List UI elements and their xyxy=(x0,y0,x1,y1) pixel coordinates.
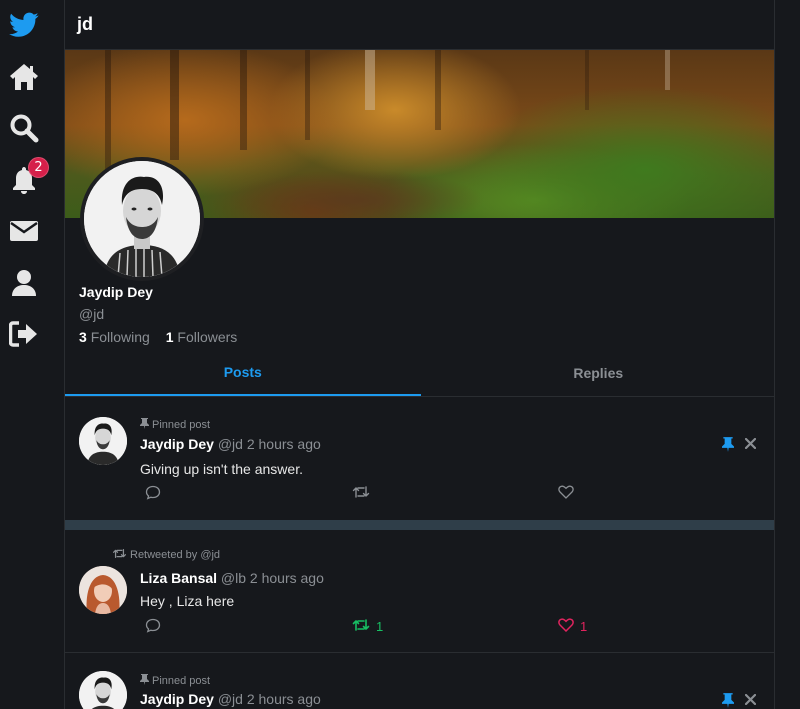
mail-icon xyxy=(9,219,39,243)
post-author-name[interactable]: Liza Bansal xyxy=(140,570,217,586)
pin-button[interactable] xyxy=(722,693,734,709)
post-text: Giving up isn't the answer. xyxy=(140,461,303,477)
nav-search[interactable] xyxy=(0,108,48,148)
following-link[interactable]: 3 Following xyxy=(79,329,150,345)
delete-button[interactable] xyxy=(744,690,757,709)
retweet-count: 1 xyxy=(376,619,384,634)
nav-profile[interactable] xyxy=(0,263,48,303)
retweet-icon xyxy=(352,618,370,635)
post-item[interactable]: Pinned post Jaydip Dey @jd 2 hours ago xyxy=(65,653,774,709)
post-header: Liza Bansal @lb 2 hours ago xyxy=(140,570,324,586)
profile-tabs: Posts Replies xyxy=(65,350,775,397)
pin-icon xyxy=(140,674,149,688)
top-bar: jd xyxy=(65,0,774,50)
post-author-handle: @lb xyxy=(220,570,247,586)
post-context: Pinned post xyxy=(140,674,210,688)
nav-messages[interactable] xyxy=(0,211,48,251)
right-gutter xyxy=(775,0,800,709)
post-author-handle: @jd xyxy=(217,436,243,452)
home-icon xyxy=(9,63,39,91)
post-context: Pinned post xyxy=(140,418,210,432)
post-author-name[interactable]: Jaydip Dey xyxy=(140,436,214,452)
post-header: Jaydip Dey @jd 2 hours ago xyxy=(140,436,321,452)
profile-handle: @jd xyxy=(79,306,105,322)
delete-button[interactable] xyxy=(744,434,757,453)
bird-logo-icon xyxy=(9,12,39,38)
comment-icon xyxy=(145,618,161,636)
followers-label: Followers xyxy=(177,329,238,345)
like-button[interactable] xyxy=(558,485,580,502)
close-icon xyxy=(744,690,757,709)
profile-avatar[interactable] xyxy=(80,157,204,281)
avatar[interactable] xyxy=(79,566,127,614)
post-header: Jaydip Dey @jd 2 hours ago xyxy=(140,691,321,707)
retweet-icon xyxy=(112,548,127,562)
heart-icon xyxy=(558,618,574,635)
retweet-button[interactable] xyxy=(352,485,376,502)
retweet-button[interactable]: 1 xyxy=(352,618,383,635)
nav-home[interactable] xyxy=(0,57,48,97)
post-text: Hey , Liza here xyxy=(140,593,235,609)
post-item[interactable]: Retweeted by @jd Liza Bansal @lb 2 hours… xyxy=(65,530,774,652)
close-icon xyxy=(744,434,757,453)
post-context: Retweeted by @jd xyxy=(112,548,220,562)
profile-stats: 3 Following 1 Followers xyxy=(79,329,679,345)
like-button[interactable]: 1 xyxy=(558,618,587,635)
pin-icon xyxy=(140,418,149,432)
avatar[interactable] xyxy=(79,417,127,465)
context-text: Pinned post xyxy=(152,419,211,431)
context-text: Retweeted by @jd xyxy=(130,549,221,561)
comment-icon xyxy=(145,485,161,503)
followers-count: 1 xyxy=(165,329,174,345)
profile-main: jd Jaydip Dey @jd 3 Following 1 Follower… xyxy=(64,0,775,709)
nav-logout[interactable] xyxy=(0,314,48,354)
post-timestamp: 2 hours ago xyxy=(249,570,324,586)
section-divider xyxy=(65,520,774,530)
reply-button[interactable] xyxy=(145,485,161,503)
like-count: 1 xyxy=(580,619,588,634)
post-author-handle: @jd xyxy=(217,691,243,707)
user-icon xyxy=(11,269,37,297)
pin-icon xyxy=(722,437,734,456)
post-timestamp: 2 hours ago xyxy=(246,691,321,707)
sidebar-nav: 2 xyxy=(0,0,64,709)
pin-icon xyxy=(722,693,734,709)
profile-info: Jaydip Dey @jd 3 Following 1 Followers xyxy=(79,284,679,345)
retweet-icon xyxy=(352,485,370,502)
heart-icon xyxy=(558,485,574,502)
search-icon xyxy=(9,113,39,143)
page-title: jd xyxy=(77,14,93,34)
pin-button[interactable] xyxy=(722,437,734,456)
following-count: 3 xyxy=(79,329,87,345)
avatar[interactable] xyxy=(79,671,127,709)
logout-icon xyxy=(9,321,39,347)
post-timestamp: 2 hours ago xyxy=(246,436,321,452)
post-author-name[interactable]: Jaydip Dey xyxy=(140,691,214,707)
post-item[interactable]: Pinned post Jaydip Dey @jd 2 hours ago G… xyxy=(65,397,774,520)
tab-replies[interactable]: Replies xyxy=(421,350,775,396)
context-text: Pinned post xyxy=(152,675,211,687)
tab-posts[interactable]: Posts xyxy=(65,350,421,396)
profile-name: Jaydip Dey xyxy=(79,284,153,300)
following-label: Following xyxy=(90,329,150,345)
reply-button[interactable] xyxy=(145,618,161,636)
followers-link[interactable]: 1 Followers xyxy=(166,329,238,345)
logo-link[interactable] xyxy=(0,5,48,45)
notification-badge: 2 xyxy=(28,157,49,178)
